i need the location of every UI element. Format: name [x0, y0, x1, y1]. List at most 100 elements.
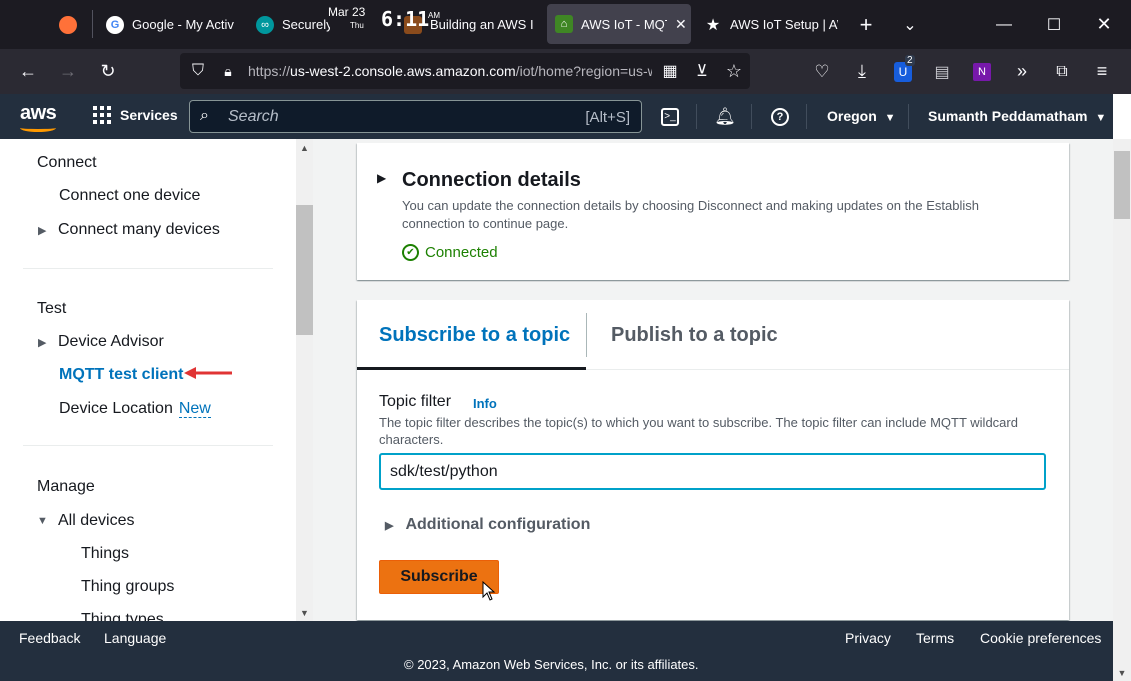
- connection-details-panel: ▶ Connection details You can update the …: [357, 143, 1069, 280]
- topic-filter-input[interactable]: [379, 453, 1046, 490]
- bitwarden-icon[interactable]: U2: [887, 49, 919, 94]
- expand-triangle-icon[interactable]: ▶: [38, 224, 46, 237]
- url-prefix: https://: [248, 63, 291, 79]
- extensions-icon[interactable]: ⧉: [1046, 49, 1078, 94]
- star-icon: ★: [705, 16, 721, 34]
- tab-list-chevron-icon[interactable]: ⌄: [894, 0, 926, 49]
- topic-filter-description: The topic filter describes the topic(s) …: [379, 415, 1018, 447]
- page-action-icon[interactable]: ⊻: [686, 53, 718, 89]
- console-search-input[interactable]: ⌕ Search [Alt+S]: [189, 100, 642, 133]
- footer-link-cookie-preferences[interactable]: Cookie preferences: [980, 630, 1101, 646]
- additional-configuration-expander[interactable]: ▶ Additional configuration: [385, 516, 590, 534]
- screen: G Google - My Activit ∞ Securely Connect…: [0, 0, 1131, 681]
- footer-link-terms[interactable]: Terms: [916, 630, 954, 646]
- tab-separator: [586, 313, 587, 357]
- tab-aws-iot-setup[interactable]: ★ AWS IoT Setup | AW: [698, 0, 838, 49]
- region-selector[interactable]: Oregon ▼: [827, 108, 896, 124]
- tab-google-activity[interactable]: G Google - My Activit: [100, 0, 234, 49]
- aws-smile-icon: [20, 124, 56, 132]
- sidebar-item-device-location[interactable]: Device Location New: [59, 400, 211, 418]
- tab-title: AWS IoT Setup | AW: [730, 17, 838, 32]
- downloads-icon[interactable]: ⤓: [846, 49, 878, 94]
- copyright-text: © 2023, Amazon Web Services, Inc. or its…: [404, 657, 699, 672]
- bookmark-star-icon[interactable]: ☆: [718, 53, 750, 89]
- sidebar-item-thing-groups[interactable]: Thing groups: [81, 578, 174, 596]
- overflow-chevron-icon[interactable]: »: [1006, 49, 1038, 94]
- sidebar-item-connect-one-device[interactable]: Connect one device: [59, 187, 200, 205]
- sidebar-item-all-devices[interactable]: All devices: [58, 512, 134, 530]
- new-tab-icon[interactable]: +: [850, 0, 882, 49]
- page-scrollbar[interactable]: ▼: [1113, 139, 1131, 681]
- account-menu[interactable]: Sumanth Peddamatham ▼: [928, 108, 1106, 124]
- cloudshell-icon[interactable]: >_: [654, 94, 686, 139]
- minimize-icon[interactable]: —: [986, 0, 1022, 49]
- mouse-pointer-icon: [482, 581, 496, 601]
- sidebar-divider: [23, 445, 273, 446]
- lock-icon[interactable]: 🔒︎: [212, 53, 244, 89]
- sidebar-scrollbar[interactable]: ▲ ▼: [296, 139, 313, 621]
- red-arrow-annotation-icon: [184, 367, 232, 379]
- qr-code-icon[interactable]: ▦: [654, 53, 686, 89]
- maximize-icon[interactable]: ☐: [1036, 0, 1072, 49]
- back-icon[interactable]: ←: [12, 49, 44, 94]
- connection-details-description: You can update the connection details by…: [402, 198, 979, 231]
- help-icon[interactable]: ?: [764, 94, 796, 139]
- tab-divider: [92, 10, 93, 38]
- expand-triangle-icon[interactable]: ▶: [377, 171, 386, 185]
- sidebar-section-test: Test: [37, 300, 67, 317]
- close-tab-icon[interactable]: ✕: [675, 16, 687, 33]
- shield-icon[interactable]: ⛉: [182, 53, 214, 89]
- browser-toolbar: ← → ↻ ⛉ 🔒︎ https://us-west-2.console.aws…: [0, 49, 1131, 94]
- sidebar-item-things[interactable]: Things: [81, 545, 129, 563]
- forward-icon[interactable]: →: [52, 49, 84, 94]
- page-scroll-thumb[interactable]: [1114, 151, 1130, 219]
- menu-hamburger-icon[interactable]: ≡: [1086, 49, 1118, 94]
- scroll-down-icon[interactable]: ▼: [1113, 664, 1131, 681]
- expand-triangle-icon[interactable]: ▶: [38, 336, 46, 349]
- tab-securely-connect[interactable]: ∞ Securely Connect: [250, 0, 330, 49]
- main-content: ▶ Connection details You can update the …: [313, 139, 1113, 621]
- services-label: Services: [120, 107, 178, 123]
- tab-aws-iot-mqtt[interactable]: ⌂ AWS IoT - MQTT ✕: [547, 4, 691, 44]
- search-placeholder: Search: [228, 108, 279, 125]
- scroll-down-icon[interactable]: ▼: [296, 604, 313, 621]
- close-window-icon[interactable]: ✕: [1086, 0, 1122, 49]
- tab-publish-to-topic[interactable]: Publish to a topic: [611, 324, 778, 347]
- sidebar-section-connect: Connect: [37, 154, 97, 171]
- footer-link-language[interactable]: Language: [104, 630, 166, 646]
- address-bar[interactable]: ⛉ 🔒︎ https://us-west-2.console.aws.amazo…: [180, 53, 750, 89]
- sidebar-item-thing-types[interactable]: Thing types: [81, 611, 164, 621]
- additional-configuration-label: Additional configuration: [405, 516, 591, 533]
- sidebar-item-device-advisor[interactable]: Device Advisor: [58, 333, 164, 351]
- console-footer: Feedback Language Privacy Terms Cookie p…: [0, 621, 1113, 681]
- footer-link-privacy[interactable]: Privacy: [845, 630, 891, 646]
- firefox-icon[interactable]: [52, 0, 84, 49]
- notifications-bell-icon[interactable]: 🔔︎: [709, 94, 741, 139]
- document-icon[interactable]: ▤: [926, 49, 958, 94]
- region-label: Oregon: [827, 108, 877, 124]
- tab-subscribe-to-topic[interactable]: Subscribe to a topic: [379, 324, 570, 347]
- collapse-triangle-icon[interactable]: ▼: [37, 515, 48, 527]
- sidebar-item-connect-many-devices[interactable]: Connect many devices: [58, 221, 220, 239]
- mqtt-tabs: Subscribe to a topic Publish to a topic: [357, 300, 1069, 370]
- connection-status-label: Connected: [425, 244, 498, 261]
- onenote-icon[interactable]: N: [966, 49, 998, 94]
- clock-weekday: Thu: [350, 21, 364, 30]
- clock-ampm: AM: [428, 11, 440, 20]
- active-tab-indicator: [357, 367, 586, 370]
- sidebar-scroll-thumb[interactable]: [296, 205, 313, 335]
- reload-icon[interactable]: ↻: [92, 49, 124, 94]
- services-menu-button[interactable]: Services: [93, 106, 178, 124]
- sidebar-item-mqtt-test-client[interactable]: MQTT test client: [59, 366, 183, 384]
- url-text[interactable]: https://us-west-2.console.aws.amazon.com…: [248, 63, 652, 79]
- scroll-up-icon[interactable]: ▲: [296, 139, 313, 156]
- pocket-icon[interactable]: ♡: [806, 49, 838, 94]
- header-divider: [908, 104, 909, 129]
- subscribe-button[interactable]: Subscribe: [379, 560, 499, 594]
- info-link[interactable]: Info: [473, 396, 497, 411]
- footer-link-feedback[interactable]: Feedback: [19, 630, 80, 646]
- aws-logo[interactable]: aws: [20, 102, 57, 132]
- sidebar-divider: [23, 268, 273, 269]
- connection-details-title[interactable]: Connection details: [402, 169, 581, 192]
- aws-iot-icon: ⌂: [555, 15, 573, 33]
